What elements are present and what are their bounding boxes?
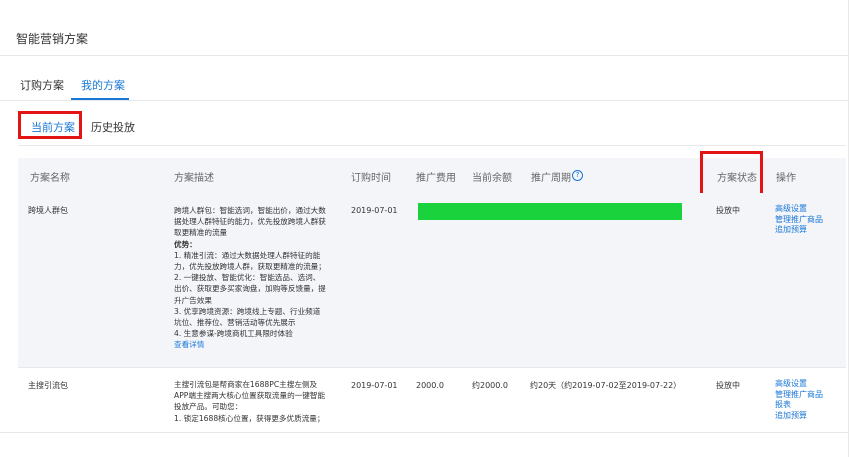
add-budget-link[interactable]: 追加预算: [775, 225, 823, 236]
desc-line: 力，优先投放跨境人群，获取更精准的流量；: [174, 262, 326, 272]
desc-line: 2. 一键投放、智能优化：智能选品、选词、: [174, 273, 321, 283]
advantage-label: 优势：: [174, 239, 197, 249]
col-header-period: 推广周期: [531, 173, 571, 184]
col-header-cost: 推广费用: [416, 173, 456, 184]
col-header-order-time: 订购时间: [351, 173, 391, 184]
desc-line: 据处理人群特征的能力，优先投放跨境人群获: [174, 217, 326, 227]
tabs-divider: [0, 100, 848, 101]
tab-my-plans[interactable]: 我的方案: [81, 77, 125, 93]
col-header-ops: 操作: [776, 173, 796, 184]
col-header-desc: 方案描述: [174, 173, 214, 184]
help-icon[interactable]: ?: [572, 170, 583, 181]
view-details-link[interactable]: 查看详情: [174, 339, 352, 350]
advanced-settings-link[interactable]: 高级设置: [775, 379, 823, 390]
desc-line: 出价、获取更多买家询盘，加购等反馈量，提: [174, 284, 326, 294]
row-order-time: 2019-07-01: [351, 206, 398, 215]
desc-line: 3. 优享跨境资源：跨境线上专题、行业频道: [174, 306, 321, 316]
desc-line: 升广告效果: [174, 295, 212, 305]
row-status: 投放中: [716, 206, 740, 215]
page-title: 智能营销方案: [16, 32, 89, 46]
row-plan-description: 主搜引流包是帮商家在1688PC主搜左侧及 APP端主搜两大核心位置获取流量的一…: [174, 379, 352, 424]
desc-line: APP端主搜两大核心位置获取流量的一键智能: [174, 391, 326, 401]
row-status: 投放中: [716, 381, 740, 390]
manage-products-link[interactable]: 管理推广商品: [775, 390, 823, 401]
redaction-bar: [418, 203, 682, 220]
row-ops: 高级设置 管理推广商品 报表 追加预算: [775, 379, 823, 421]
add-budget-link[interactable]: 追加预算: [775, 411, 823, 422]
desc-line: 投放产品。可助您：: [174, 402, 243, 412]
desc-line: 坑位、推荐位、营销活动等优先展示: [174, 318, 296, 328]
report-link[interactable]: 报表: [775, 400, 823, 411]
manage-products-link[interactable]: 管理推广商品: [775, 215, 823, 226]
row-order-time: 2019-07-01: [351, 381, 398, 390]
desc-line: 跨境人群包：智能选词，智能出价，通过大数: [174, 206, 326, 215]
desc-line: 1. 精准引流：通过大数据处理人群特征的能: [174, 250, 321, 260]
row-period: 约20天（约2019-07-02至2019-07-22）: [530, 381, 682, 390]
row-balance: 约2000.0: [472, 381, 508, 390]
desc-line: 主搜引流包是帮商家在1688PC主搜左侧及: [174, 380, 318, 389]
subtab-history[interactable]: 历史投放: [91, 119, 135, 135]
row-divider: [18, 367, 846, 368]
desc-line: 4. 生意参谋-跨境商机工具限时体验: [174, 329, 293, 339]
row-plan-description: 跨境人群包：智能选词，智能出价，通过大数 据处理人群特征的能力，优先投放跨境人群…: [174, 205, 352, 351]
tab-order-plan[interactable]: 订购方案: [20, 77, 64, 93]
advanced-settings-link[interactable]: 高级设置: [775, 204, 823, 215]
desc-line: 1. 锁定1688核心位置，获得更多优质流量；: [174, 413, 325, 423]
desc-line: 取更精准的流量: [174, 228, 228, 238]
subtabs-divider: [18, 145, 846, 146]
row-plan-name: 跨境人群包: [28, 206, 68, 215]
col-header-balance: 当前余额: [472, 173, 512, 184]
row-ops: 高级设置 管理推广商品 追加预算: [775, 204, 823, 236]
row-cost: 2000.0: [416, 381, 444, 390]
subtab-current-plan[interactable]: 当前方案: [31, 119, 75, 135]
row-plan-name: 主搜引流包: [28, 381, 68, 390]
panel-border: [848, 0, 849, 457]
header-divider: [0, 55, 848, 56]
bottom-divider: [0, 432, 848, 433]
col-header-name: 方案名称: [30, 173, 70, 184]
